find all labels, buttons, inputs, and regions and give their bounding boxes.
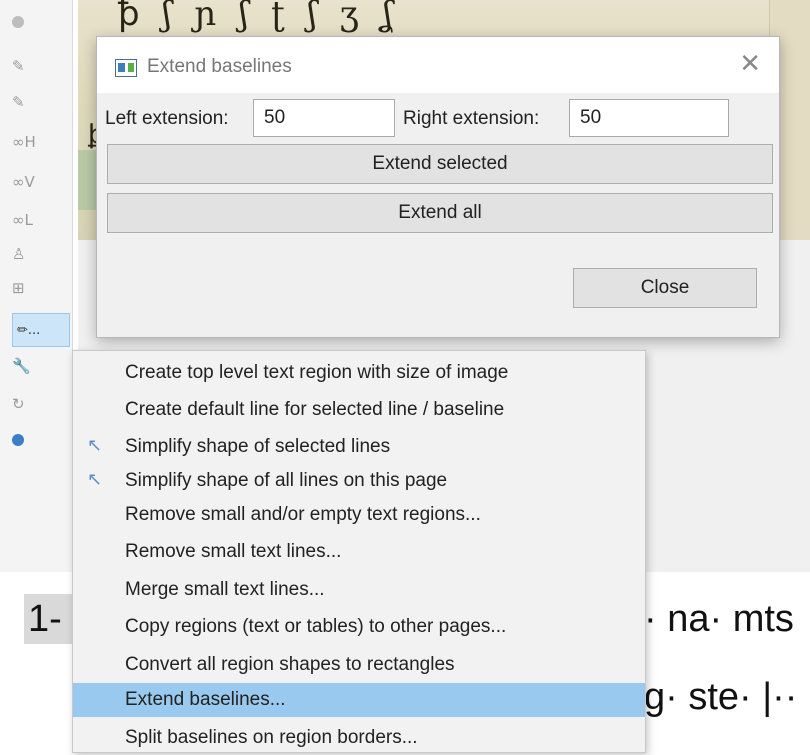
menu-item-convert-to-rectangles[interactable]: Convert all region shapes to rectangles [73,648,645,682]
toolbar-label: L [24,211,33,229]
left-extension-input[interactable] [253,99,395,137]
close-icon[interactable]: ✕ [739,51,761,77]
transcription-line[interactable]: g· ste· |·· [644,676,797,719]
menu-item-label: Remove small and/or empty text regions..… [125,504,481,525]
circle-icon-glyph [12,16,24,28]
menu-item-label: Split baselines on region borders... [125,727,418,748]
redo-icon[interactable]: ↻ [12,390,68,418]
left-toolbar: ✎ ✎ ∞ H ∞ V ∞ L ♙ ⊞ ✏... 🔧 ↻ [0,0,73,572]
transcription-line[interactable]: · na· mts [644,598,794,641]
right-extension-label: Right extension: [403,108,540,129]
menu-item-merge-small-lines[interactable]: Merge small text lines... [73,573,645,607]
link-icon[interactable]: ∞ V [12,168,68,196]
toolbar-label: ... [27,322,41,338]
menu-item-remove-small-lines[interactable]: Remove small text lines... [73,535,645,569]
context-menu: Create top level text region with size o… [72,350,646,753]
menu-item-simplify-selected[interactable]: ↖ Simplify shape of selected lines [73,430,645,464]
menu-item-label: Simplify shape of all lines on this page [125,470,448,491]
menu-item-label: Extend baselines... [125,689,286,710]
circle-icon[interactable] [12,8,68,36]
menu-item-create-default-line[interactable]: Create default line for selected line / … [73,393,645,427]
toolbar-label: V [24,173,35,191]
menu-item-label: Convert all region shapes to rectangles [125,654,455,675]
menu-item-label: Create top level text region with size o… [125,362,509,383]
simplify-icon[interactable]: ✎ [12,88,68,116]
line-number: 1- [24,594,72,644]
edit-icon[interactable]: ✏... [12,313,70,347]
simplify-icon: ↖ [87,469,103,490]
menu-item-label: Copy regions (text or tables) to other p… [125,616,507,637]
table-icon[interactable]: ⊞ [12,274,68,302]
menu-item-simplify-all[interactable]: ↖ Simplify shape of all lines on this pag… [73,464,645,498]
menu-item-label: Remove small text lines... [125,541,342,562]
menu-item-remove-small-regions[interactable]: Remove small and/or empty text regions..… [73,498,645,532]
right-extension-input[interactable] [569,99,729,137]
app-icon [115,59,137,77]
menu-item-copy-regions[interactable]: Copy regions (text or tables) to other p… [73,610,645,644]
left-extension-label: Left extension: [105,108,229,129]
extend-all-button[interactable]: Extend all [107,193,773,233]
close-button[interactable]: Close [573,268,757,308]
simplify-icon[interactable]: ✎ [12,52,68,80]
toolbar-label: H [24,133,36,151]
person-icon[interactable]: ♙ [12,240,68,268]
dialog-titlebar: Extend baselines ✕ [97,37,779,93]
menu-item-label: Create default line for selected line / … [125,399,505,420]
extend-selected-button[interactable]: Extend selected [107,144,773,184]
handwriting-line: ꝥ ʃ ɲ ʃ ʈ ʃ ʒ ʆ [118,0,399,34]
dialog-title: Extend baselines [147,56,292,77]
menu-item-extend-baselines[interactable]: Extend baselines... [73,683,645,717]
help-icon[interactable] [12,426,68,454]
wrench-icon[interactable]: 🔧 [12,352,68,380]
extend-baselines-dialog: Extend baselines ✕ Left extension: Right… [96,36,780,338]
simplify-icon: ↖ [87,435,103,456]
link-icon[interactable]: ∞ H [12,128,68,156]
menu-item-split-baselines[interactable]: Split baselines on region borders... [73,721,645,755]
help-icon-glyph [12,434,24,446]
menu-item-label: Simplify shape of selected lines [125,436,391,457]
menu-item-create-top-level-region[interactable]: Create top level text region with size o… [73,356,645,390]
link-icon[interactable]: ∞ L [12,206,68,234]
menu-item-label: Merge small text lines... [125,579,325,600]
